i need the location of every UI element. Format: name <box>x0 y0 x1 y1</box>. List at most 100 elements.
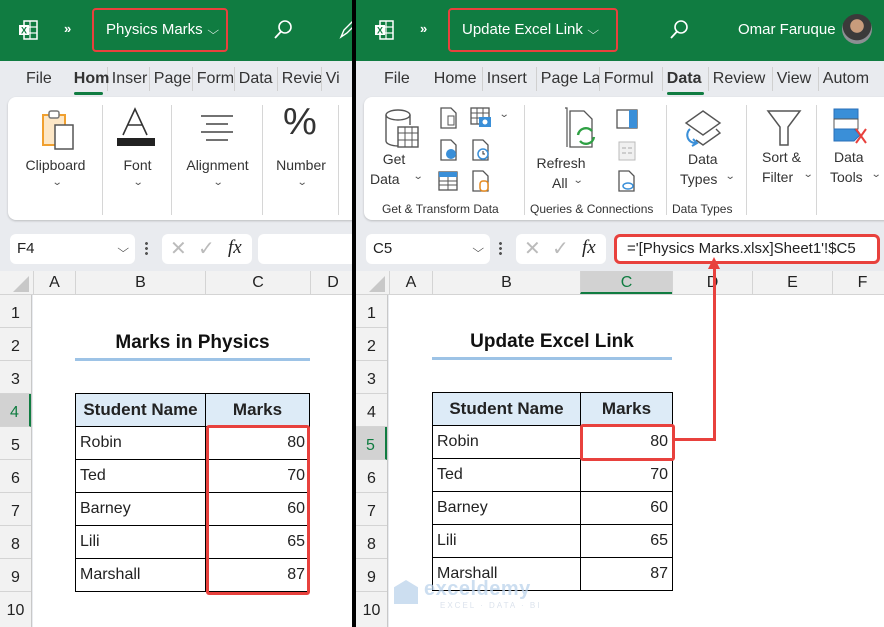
row-header[interactable]: 8 <box>356 526 387 559</box>
row-header[interactable]: 8 <box>0 526 31 559</box>
properties-icon[interactable] <box>618 141 636 161</box>
worksheet[interactable]: Marks in Physics Student Name Marks Robi… <box>33 295 352 627</box>
column-header-b[interactable]: B <box>75 271 205 294</box>
tab-formulas[interactable]: Form <box>193 67 235 91</box>
document-name-dropdown[interactable]: Update Excel Link ⌵ <box>448 8 618 52</box>
tab-view[interactable]: Vi <box>322 67 346 91</box>
row-header[interactable]: 10 <box>356 592 387 625</box>
tab-page-layout[interactable]: Page <box>150 67 193 91</box>
row-header[interactable]: 2 <box>356 328 387 361</box>
marks-cell[interactable]: 87 <box>205 558 310 592</box>
row-header[interactable]: 4 <box>356 394 387 427</box>
tab-insert[interactable]: Inser <box>108 67 150 91</box>
tab-file[interactable]: File <box>22 67 56 91</box>
column-header-b[interactable]: B <box>432 271 580 294</box>
name-box[interactable]: C5 ⌵ <box>366 234 490 264</box>
chevron-down-icon[interactable]: ⌄ <box>499 109 510 120</box>
column-label[interactable]: Marks <box>205 393 310 427</box>
alignment-group[interactable]: Alignment ⌄ <box>172 105 263 213</box>
tab-insert[interactable]: Insert <box>483 67 537 91</box>
tab-review[interactable]: Review <box>709 67 773 91</box>
column-label[interactable]: Student Name <box>75 393 206 427</box>
more-options-icon[interactable] <box>145 241 148 255</box>
from-picture-icon[interactable] <box>470 107 494 129</box>
search-icon[interactable] <box>272 18 294 40</box>
select-all-button[interactable] <box>0 271 32 295</box>
row-header[interactable]: 6 <box>0 460 31 493</box>
search-icon[interactable] <box>668 18 690 40</box>
marks-cell[interactable]: 65 <box>205 525 310 559</box>
chevron-down-icon[interactable]: ⌵ <box>117 234 129 264</box>
data-types-button[interactable]: Data Types ⌄ <box>668 105 744 213</box>
row-header[interactable]: 1 <box>0 295 31 328</box>
column-label[interactable]: Marks <box>580 392 673 426</box>
row-header[interactable]: 9 <box>356 559 387 592</box>
cancel-icon[interactable]: ✕ <box>170 236 187 261</box>
marks-cell[interactable]: 65 <box>580 524 673 558</box>
tab-page-layout[interactable]: Page La <box>537 67 600 91</box>
row-header[interactable]: 3 <box>356 361 387 394</box>
student-name-cell[interactable]: Marshall <box>75 558 206 592</box>
row-header[interactable]: 6 <box>356 460 387 493</box>
marks-cell[interactable]: 60 <box>580 491 673 525</box>
get-data-button[interactable]: Get Data ⌄ <box>370 105 426 213</box>
row-header[interactable]: 9 <box>0 559 31 592</box>
font-group[interactable]: Font ⌄ <box>103 105 172 213</box>
row-header[interactable]: 10 <box>0 592 31 625</box>
row-header-selected[interactable]: 4 <box>0 394 31 427</box>
student-name-cell[interactable]: Barney <box>432 491 581 525</box>
row-header[interactable]: 5 <box>0 427 31 460</box>
marks-cell[interactable]: 70 <box>580 458 673 492</box>
marks-cell[interactable]: 80 <box>205 426 310 460</box>
column-header-c[interactable]: C <box>580 271 672 294</box>
tab-home[interactable]: Hom <box>70 67 109 95</box>
student-name-cell[interactable]: Lili <box>75 525 206 559</box>
from-text-icon[interactable] <box>440 107 458 129</box>
row-header-selected[interactable]: 5 <box>356 427 387 460</box>
column-label[interactable]: Student Name <box>432 392 581 426</box>
marks-cell[interactable]: 70 <box>205 459 310 493</box>
student-name-cell[interactable]: Lili <box>432 524 581 558</box>
column-header-d[interactable]: D <box>672 271 752 294</box>
insert-function-icon[interactable]: fx <box>228 237 242 259</box>
clipboard-group[interactable]: Clipboard ⌄ <box>8 105 103 213</box>
student-name-cell[interactable]: Barney <box>75 492 206 526</box>
number-group[interactable]: % Number ⌄ <box>263 101 339 213</box>
sort-filter-button[interactable]: Sort & Filter ⌄ <box>748 105 816 213</box>
column-header-d[interactable]: D <box>310 271 352 294</box>
more-options-icon[interactable] <box>499 241 502 255</box>
tab-view[interactable]: View <box>773 67 819 91</box>
user-name[interactable]: Omar Faruque <box>738 21 836 38</box>
name-box[interactable]: F4 ⌵ <box>10 234 135 264</box>
recent-sources-icon[interactable] <box>472 139 490 161</box>
student-name-cell[interactable]: Ted <box>75 459 206 493</box>
row-header[interactable]: 1 <box>356 295 387 328</box>
column-header-a[interactable]: A <box>389 271 432 294</box>
tab-data[interactable]: Data <box>663 67 709 95</box>
marks-cell-linked[interactable]: 80 <box>580 425 673 459</box>
row-header[interactable]: 2 <box>0 328 31 361</box>
document-name-dropdown[interactable]: Physics Marks ⌵ <box>92 8 228 52</box>
marks-cell[interactable]: 60 <box>205 492 310 526</box>
tab-review[interactable]: Revie <box>278 67 322 91</box>
data-tools-button[interactable]: Data Tools ⌄ <box>820 105 884 213</box>
enter-icon[interactable]: ✓ <box>552 236 569 261</box>
select-all-button[interactable] <box>356 271 388 295</box>
formula-input[interactable] <box>258 234 352 264</box>
marks-cell[interactable]: 87 <box>580 557 673 591</box>
avatar[interactable] <box>842 14 872 44</box>
tab-file[interactable]: File <box>380 67 414 91</box>
pen-icon[interactable] <box>338 18 352 40</box>
tab-home[interactable]: Home <box>430 67 483 91</box>
column-header-a[interactable]: A <box>33 271 75 294</box>
formula-input[interactable]: ='[Physics Marks.xlsx]Sheet1'!$C5 <box>614 234 880 264</box>
worksheet[interactable]: Update Excel Link Student Name Marks Rob… <box>389 295 884 627</box>
queries-connections-icon[interactable] <box>616 109 638 129</box>
insert-function-icon[interactable]: fx <box>582 237 596 259</box>
overflow-chevron-icon[interactable]: » <box>420 21 427 36</box>
tab-data[interactable]: Data <box>235 67 278 91</box>
tab-automate[interactable]: Autom <box>819 67 875 91</box>
column-header-e[interactable]: E <box>752 271 832 294</box>
from-table-icon[interactable] <box>438 171 458 191</box>
row-header[interactable]: 7 <box>0 493 31 526</box>
